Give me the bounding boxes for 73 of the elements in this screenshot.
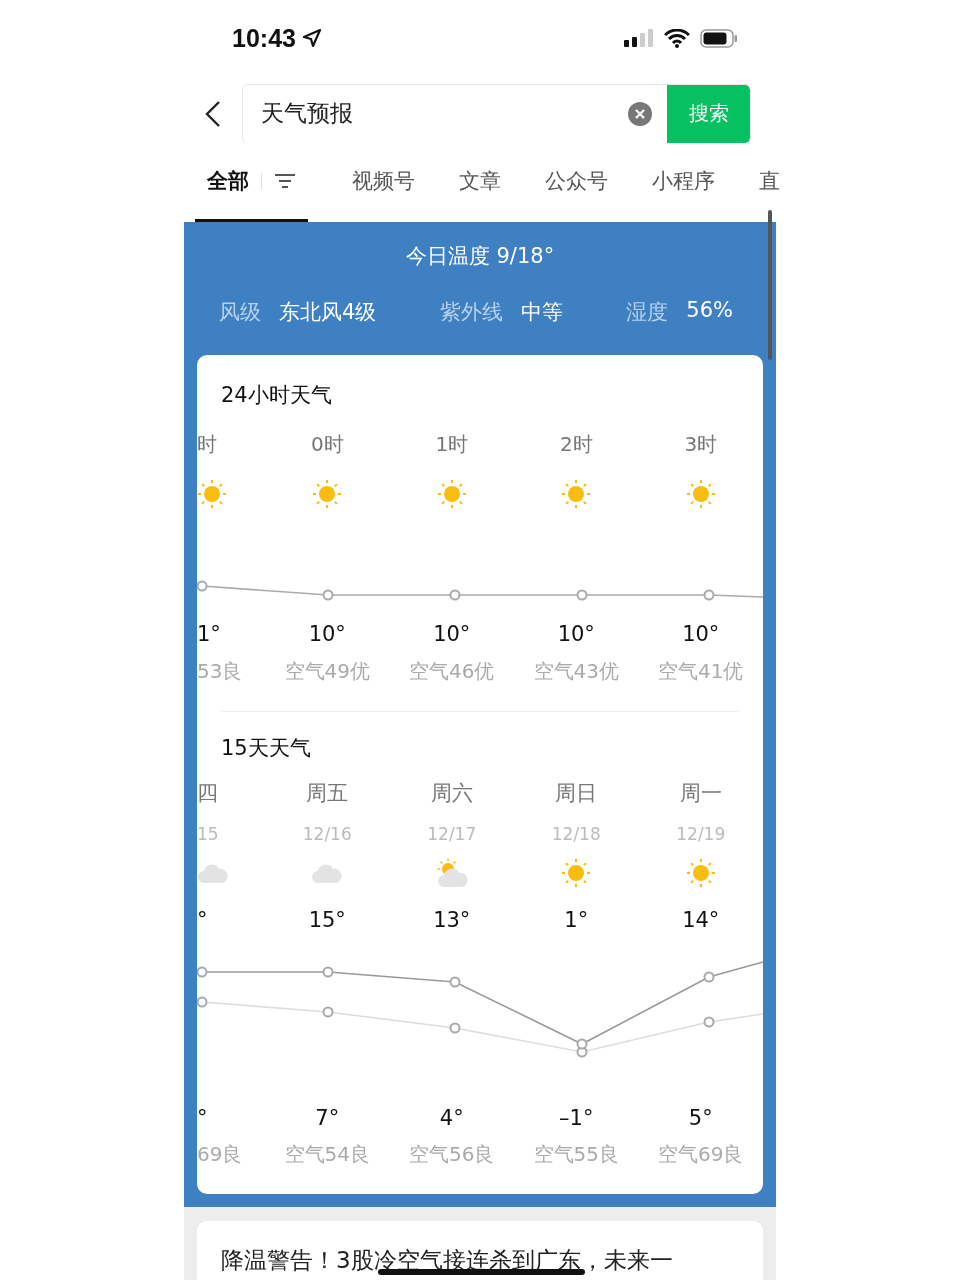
sun-icon bbox=[561, 858, 592, 888]
temperature: 1° bbox=[197, 622, 222, 646]
weekday: 周日 bbox=[554, 780, 599, 807]
section-title: 24小时天气 bbox=[220, 382, 333, 409]
low-temperature: ° bbox=[197, 1106, 209, 1130]
date: 15 bbox=[197, 824, 220, 844]
status-time: 10:43 bbox=[232, 23, 296, 53]
sun-icon bbox=[436, 479, 467, 509]
hour-label: 1时 bbox=[434, 430, 470, 458]
date: 12/16 bbox=[301, 824, 353, 844]
air-quality: 空气55良 bbox=[532, 1140, 620, 1168]
battery-icon bbox=[700, 28, 738, 48]
back-icon[interactable] bbox=[204, 99, 222, 128]
air-quality: 空气56良 bbox=[408, 1140, 496, 1168]
weekday: 四 bbox=[197, 780, 219, 807]
high-temperature: 15° bbox=[307, 908, 347, 932]
hour-label: 0时 bbox=[309, 430, 345, 458]
hour-label: 3时 bbox=[683, 430, 719, 458]
high-temperature: ° bbox=[197, 908, 209, 932]
temperature: 10° bbox=[556, 622, 596, 646]
stat-label: 湿度 bbox=[626, 299, 669, 326]
wifi-icon bbox=[664, 28, 690, 48]
clear-icon[interactable] bbox=[627, 100, 653, 127]
hour-label: 2时 bbox=[558, 430, 594, 458]
high-temperature: 1° bbox=[563, 908, 590, 932]
air-quality: 空气43优 bbox=[532, 657, 620, 685]
weekday: 周六 bbox=[429, 780, 474, 807]
location-arrow-icon bbox=[301, 28, 322, 48]
sun-icon bbox=[685, 479, 716, 509]
air-quality: 空气54良 bbox=[283, 1140, 371, 1168]
tab[interactable]: 公众号 bbox=[545, 143, 608, 222]
signal-icon bbox=[624, 29, 654, 47]
high-temperature: 13° bbox=[432, 908, 472, 932]
sun-icon bbox=[197, 479, 227, 509]
date: 12/19 bbox=[675, 824, 727, 844]
weekday: 周一 bbox=[678, 780, 723, 807]
temperature: 10° bbox=[681, 622, 721, 646]
low-temperature: 4° bbox=[438, 1106, 465, 1130]
air-quality: 空气69良 bbox=[657, 1140, 745, 1168]
date: 12/18 bbox=[550, 824, 602, 844]
tab[interactable]: 直 bbox=[759, 143, 780, 222]
air-quality: 空气46优 bbox=[408, 657, 496, 685]
low-temperature: 7° bbox=[314, 1106, 341, 1130]
cloud-icon bbox=[197, 862, 229, 884]
weekday: 周五 bbox=[305, 780, 350, 807]
air-quality: 69良 bbox=[197, 1140, 244, 1168]
tab[interactable]: 小程序 bbox=[652, 143, 715, 222]
stat-value: 中等 bbox=[520, 299, 563, 326]
section-title: 15天天气 bbox=[220, 735, 312, 762]
hour-label: 时 bbox=[197, 430, 218, 458]
air-quality: 空气49优 bbox=[283, 657, 371, 685]
temperature: 10° bbox=[432, 622, 472, 646]
cloud-icon bbox=[311, 862, 344, 884]
date: 12/17 bbox=[426, 824, 478, 844]
sun-icon bbox=[561, 479, 592, 509]
scrollbar[interactable] bbox=[768, 210, 772, 360]
low-temperature: 5° bbox=[687, 1106, 714, 1130]
air-quality: 53良 bbox=[197, 657, 244, 685]
sun-icon bbox=[685, 858, 716, 888]
stat-label: 紫外线 bbox=[439, 299, 503, 326]
low-temperature: –1° bbox=[558, 1106, 595, 1130]
stat-label: 风级 bbox=[219, 299, 261, 326]
filter-icon[interactable] bbox=[274, 173, 296, 189]
tab[interactable]: 文章 bbox=[459, 143, 501, 222]
search-field[interactable]: 天气预报 搜索 bbox=[242, 83, 751, 144]
today-temperature: 今日温度 9/18° bbox=[405, 243, 555, 270]
high-temperature: 14° bbox=[681, 908, 721, 932]
stat-value: 56% bbox=[686, 298, 733, 324]
air-quality: 空气41优 bbox=[657, 657, 745, 685]
sun-icon bbox=[312, 479, 343, 509]
temperature: 10° bbox=[307, 622, 347, 646]
tab[interactable]: 视频号 bbox=[352, 143, 415, 222]
stat-value: 东北风4级 bbox=[279, 299, 377, 326]
